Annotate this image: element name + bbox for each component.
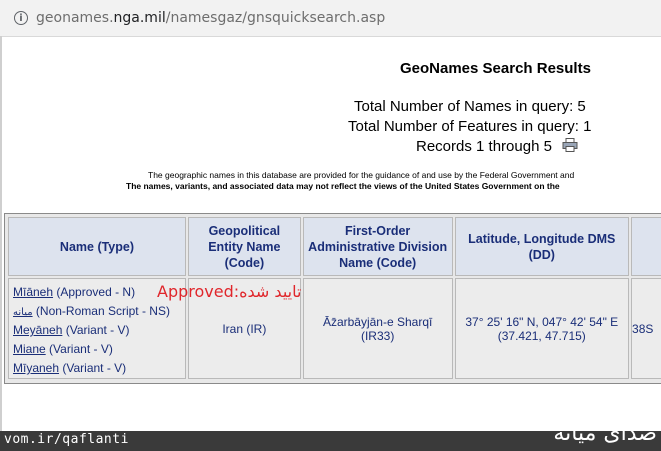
disclaimer: The geographic names in this database ar… (126, 170, 575, 192)
name-link-variant-2[interactable]: Miane (13, 342, 46, 356)
info-icon[interactable]: i (14, 11, 28, 25)
name-link-variant-3[interactable]: Mīyaneh (13, 361, 59, 375)
watermark-bar: vom.ir/qaflanti صدای میانه (0, 421, 661, 451)
disclaimer-line-2: The names, variants, and associated data… (126, 181, 560, 191)
results-table: Name (Type) Geopolitical Entity Name (Co… (4, 213, 661, 384)
name-link-variant-1[interactable]: Meyāneh (13, 323, 62, 337)
url-path: /namesgaz/gnsquicksearch.asp (165, 10, 386, 26)
total-features: Total Number of Features in query: 1 (348, 118, 592, 135)
url-host-prefix: geonames. (36, 10, 114, 26)
name-link-nonroman[interactable]: میانه (13, 307, 33, 318)
adm1-code: (IR33) (360, 328, 395, 343)
header-cut-column (631, 217, 661, 276)
approved-annotation: Approved:تایید شده (157, 282, 302, 301)
header-adm1[interactable]: First-Order Administrative Division Name… (302, 217, 453, 276)
list-item: Mīyaneh (Variant - V) (13, 361, 127, 375)
coordinates-dms: 37° 25' 16" N, 047° 42' 54" E (465, 314, 619, 329)
header-name-type[interactable]: Name (Type) (8, 217, 186, 276)
list-item: Miane (Variant - V) (13, 342, 113, 356)
url-domain: nga.mil (113, 10, 166, 26)
adm1-name: Āz̄arbāyjān-e Sharqī (322, 314, 433, 329)
url-field[interactable]: i geonames. nga.mil/namesgaz/gnsquicksear… (4, 4, 654, 32)
adm1-cell: Āz̄arbāyjān-e Sharqī (IR33) (302, 278, 453, 379)
records-range: Records 1 through 5 (416, 138, 578, 155)
window-edge (0, 36, 2, 431)
address-bar[interactable]: i geonames. nga.mil/namesgaz/gnsquicksear… (0, 0, 661, 37)
header-geopolitical[interactable]: Geopolitical Entity Name (Code) (187, 217, 301, 276)
total-names: Total Number of Names in query: 5 (354, 98, 586, 115)
disclaimer-line-1: The geographic names in this database ar… (148, 170, 575, 180)
header-latlon[interactable]: Latitude, Longitude DMS (DD) (454, 217, 630, 276)
records-text: Records 1 through 5 (416, 138, 552, 155)
list-item: میانه (Non-Roman Script - NS) (13, 304, 170, 318)
print-icon[interactable] (562, 138, 578, 152)
name-link-approved[interactable]: Mīāneh (13, 285, 53, 299)
watermark-logo: صدای میانه (553, 421, 657, 446)
coordinates-dd: (37.421, 47.715) (497, 328, 586, 343)
coordinates-cell: 37° 25' 16" N, 047° 42' 54" E (37.421, 4… (454, 278, 630, 379)
cut-cell: 38S (631, 278, 661, 379)
page-title: GeoNames Search Results (400, 60, 591, 77)
name-cell: Mīāneh (Approved - N) میانه (Non-Roman S… (8, 278, 301, 379)
watermark-handle: vom.ir/qaflanti (4, 432, 129, 447)
list-item: Meyāneh (Variant - V) (13, 323, 130, 337)
